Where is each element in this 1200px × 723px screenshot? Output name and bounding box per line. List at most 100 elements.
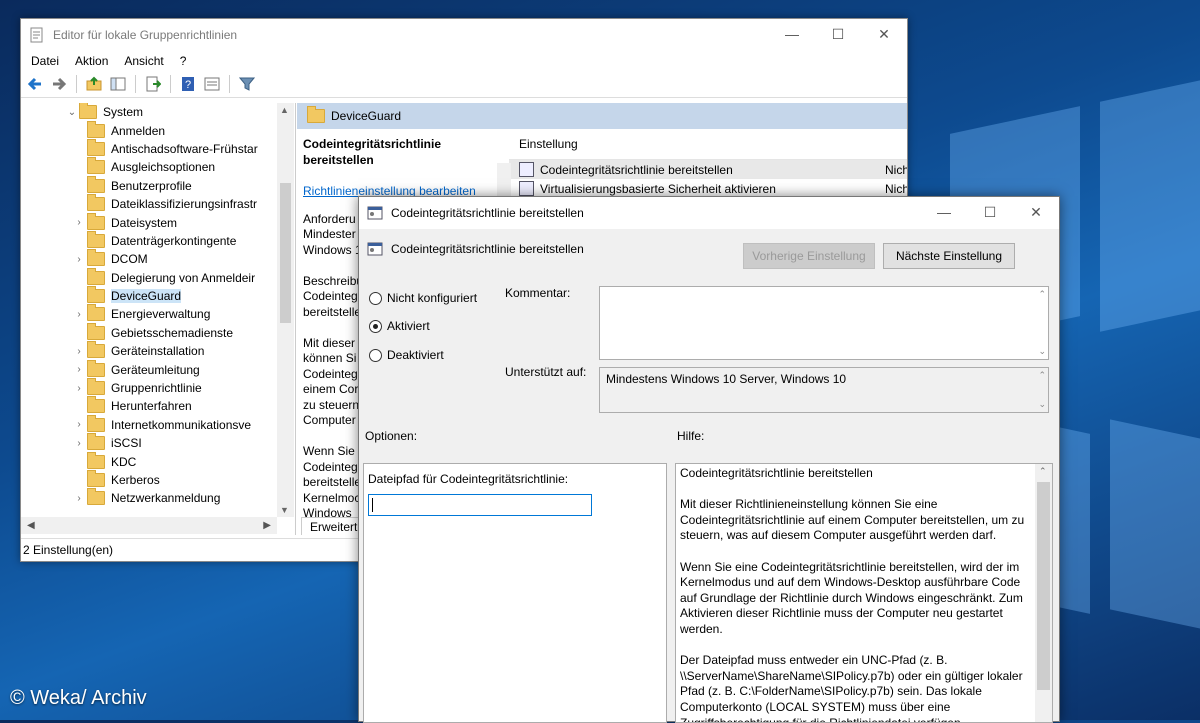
- up-folder-icon[interactable]: [84, 74, 104, 94]
- tree-item[interactable]: › Netzwerkanmeldung: [21, 488, 295, 507]
- chevron-right-icon[interactable]: ›: [71, 493, 87, 504]
- dialog-close-button[interactable]: ✕: [1013, 197, 1059, 227]
- folder-icon: [87, 488, 105, 506]
- back-icon[interactable]: [25, 74, 45, 94]
- export-list-icon[interactable]: [143, 74, 163, 94]
- status-text: 2 Einstellung(en): [23, 543, 114, 557]
- maximize-button[interactable]: ☐: [815, 19, 861, 49]
- menu-datei[interactable]: Datei: [23, 54, 67, 68]
- chevron-right-icon[interactable]: ›: [71, 254, 87, 265]
- scroll-up-arrow-icon[interactable]: ⌃: [1038, 289, 1046, 300]
- radio-label: Deaktiviert: [387, 348, 444, 362]
- toolbar-separator: [229, 75, 230, 93]
- properties-icon[interactable]: [202, 74, 222, 94]
- column-header-einstellung[interactable]: Einstellung: [509, 129, 907, 160]
- help-scrollbar[interactable]: ⌃: [1035, 464, 1052, 722]
- chevron-right-icon[interactable]: ›: [71, 383, 87, 394]
- close-button[interactable]: ✕: [861, 19, 907, 49]
- dialog-maximize-button[interactable]: ☐: [967, 197, 1013, 227]
- tree-item[interactable]: DeviceGuard: [21, 286, 295, 305]
- tree-item[interactable]: › Geräteumleitung: [21, 359, 295, 378]
- radio-circle[interactable]: [369, 319, 382, 333]
- toolbar: ?: [21, 71, 907, 98]
- tree-horizontal-scrollbar[interactable]: ◀ ▶: [21, 517, 277, 534]
- tree-item[interactable]: Datenträgerkontingente: [21, 230, 295, 250]
- folder-icon: [87, 157, 105, 175]
- chevron-right-icon[interactable]: ›: [71, 346, 87, 357]
- main-titlebar[interactable]: Editor für lokale Gruppenrichtlinien — ☐…: [21, 19, 907, 51]
- scroll-left-arrow-icon[interactable]: ◀: [27, 520, 35, 531]
- chevron-right-icon[interactable]: ›: [71, 364, 87, 375]
- menu-ansicht[interactable]: Ansicht: [116, 54, 171, 68]
- radio-disabled[interactable]: Deaktiviert: [369, 348, 444, 362]
- tree-item[interactable]: › Geräteinstallation: [21, 341, 295, 360]
- setting-state: Nich: [884, 162, 907, 177]
- radio-circle[interactable]: [369, 348, 382, 362]
- folder-icon: [87, 451, 105, 469]
- tab-erweitert[interactable]: Erweitert: [301, 517, 367, 535]
- tree-vertical-scrollbar[interactable]: ▲ ▼: [277, 103, 294, 517]
- menu-aktion[interactable]: Aktion: [67, 54, 116, 68]
- tree-item-label: DeviceGuard: [111, 289, 182, 304]
- tree-item[interactable]: › iSCSI: [21, 433, 295, 452]
- radio-circle[interactable]: [369, 291, 382, 305]
- description-title: Codeintegritätsrichtlinie bereitstellen: [303, 137, 442, 167]
- tree-item[interactable]: KDC: [21, 451, 295, 470]
- chevron-right-icon[interactable]: ›: [71, 419, 87, 430]
- tree-item[interactable]: Ausgleichsoptionen: [21, 157, 295, 176]
- scroll-down-arrow-icon[interactable]: ⌄: [1038, 346, 1046, 357]
- tree-item[interactable]: Herunterfahren: [21, 396, 295, 415]
- tree-item[interactable]: Dateiklassifizierungsinfrastr: [21, 194, 295, 213]
- tree-item[interactable]: Gebietsschemadienste: [21, 322, 295, 342]
- tree-item[interactable]: Delegierung von Anmeldeir: [21, 267, 295, 287]
- dialog-title: Codeintegritätsrichtlinie bereitstellen: [391, 206, 584, 220]
- comment-textarea[interactable]: ⌃ ⌄: [599, 286, 1049, 360]
- tree-item[interactable]: › Energieverwaltung: [21, 304, 295, 323]
- setting-row[interactable]: Codeintegritätsrichtlinie bereitstellen …: [509, 160, 907, 179]
- tree-item-label: Herunterfahren: [111, 399, 192, 414]
- scroll-down-arrow-icon[interactable]: ⌄: [1038, 399, 1046, 410]
- menu-help[interactable]: ?: [172, 54, 195, 68]
- tree-item[interactable]: › Internetkommunikationsve: [21, 414, 295, 434]
- chevron-down-icon[interactable]: ⌄: [65, 107, 79, 118]
- radio-enabled[interactable]: Aktiviert: [369, 319, 430, 333]
- tree-item-label: System: [103, 105, 144, 120]
- chevron-right-icon[interactable]: ›: [71, 217, 87, 228]
- scroll-right-arrow-icon[interactable]: ▶: [263, 520, 271, 531]
- forward-icon[interactable]: [49, 74, 69, 94]
- tree-item-label: Datenträgerkontingente: [111, 233, 237, 248]
- scroll-thumb[interactable]: [1037, 482, 1050, 690]
- tree-item[interactable]: › Dateisystem: [21, 212, 295, 231]
- tree-item[interactable]: › DCOM: [21, 249, 295, 268]
- help-icon[interactable]: ?: [178, 74, 198, 94]
- tree-item[interactable]: Anmelden: [21, 120, 295, 139]
- tree-item[interactable]: Antischadsoftware-Frühstar: [21, 138, 295, 158]
- next-setting-button[interactable]: Nächste Einstellung: [883, 243, 1015, 269]
- tree-item[interactable]: Benutzerprofile: [21, 175, 295, 195]
- tree-item-label: Geräteinstallation: [111, 344, 205, 359]
- radio-not-configured[interactable]: Nicht konfiguriert: [369, 291, 477, 305]
- scroll-up-arrow-icon[interactable]: ⌃: [1038, 370, 1046, 381]
- chevron-right-icon[interactable]: ›: [71, 309, 87, 320]
- tree-item[interactable]: Kerberos: [21, 470, 295, 489]
- scroll-up-arrow-icon[interactable]: ⌃: [1039, 466, 1047, 477]
- scroll-thumb[interactable]: [280, 183, 291, 323]
- policy-setting-icon: [519, 162, 534, 177]
- dialog-titlebar[interactable]: Codeintegritätsrichtlinie bereitstellen …: [359, 197, 1059, 229]
- tree-item-label: Internetkommunikationsve: [111, 417, 252, 432]
- tree-item-label: Dateiklassifizierungsinfrastr: [111, 197, 258, 212]
- chevron-right-icon[interactable]: ›: [71, 438, 87, 449]
- tree-item[interactable]: › Gruppenrichtlinie: [21, 378, 295, 397]
- tree-item-system[interactable]: ⌄ System: [21, 103, 295, 121]
- filter-icon[interactable]: [237, 74, 257, 94]
- show-hide-tree-icon[interactable]: [108, 74, 128, 94]
- navigation-tree: ⌄ System Anmelden Antischadsoftware-Frühs…: [21, 103, 296, 535]
- scroll-up-arrow-icon[interactable]: ▲: [280, 105, 289, 115]
- previous-setting-button[interactable]: Vorherige Einstellung: [743, 243, 875, 269]
- scroll-down-arrow-icon[interactable]: ▼: [280, 505, 289, 515]
- policy-settings-icon: [367, 242, 383, 256]
- dialog-minimize-button[interactable]: —: [921, 197, 967, 227]
- filepath-input[interactable]: [368, 494, 592, 516]
- minimize-button[interactable]: —: [769, 19, 815, 49]
- policy-dialog: Codeintegritätsrichtlinie bereitstellen …: [358, 196, 1060, 723]
